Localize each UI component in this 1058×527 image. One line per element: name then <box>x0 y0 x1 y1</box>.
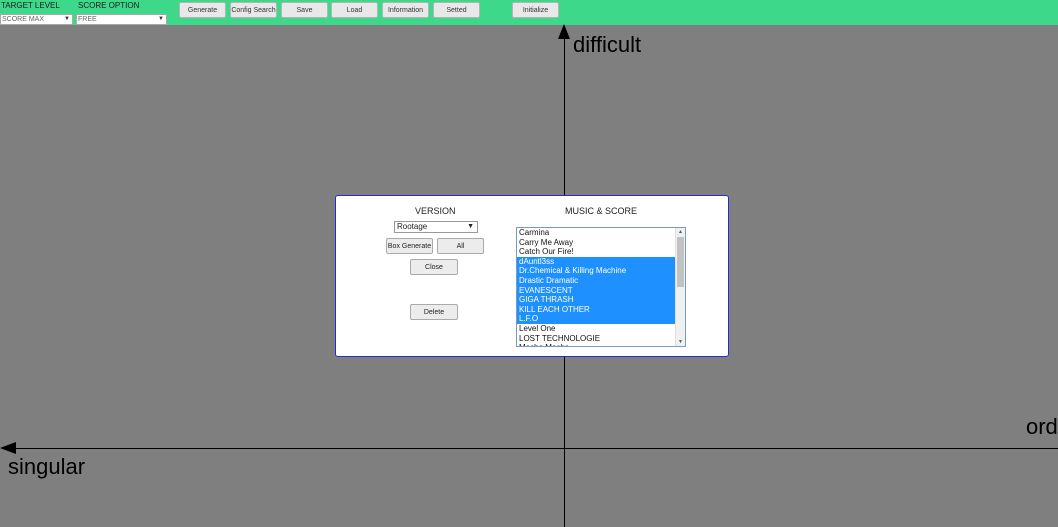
scroll-down-icon[interactable]: ▼ <box>676 338 685 346</box>
list-item[interactable]: EVANESCENT <box>517 285 677 296</box>
horizontal-axis <box>8 448 1058 449</box>
version-value: Rootage <box>397 222 428 231</box>
chevron-down-icon: ▼ <box>467 223 474 230</box>
list-item[interactable]: Carmina <box>517 228 677 238</box>
list-item[interactable]: Level One <box>517 324 677 334</box>
load-button[interactable]: Load <box>331 2 378 18</box>
axis-label-difficult: difficult <box>573 32 642 57</box>
list-item[interactable]: Carry Me Away <box>517 238 677 248</box>
target-level-select[interactable]: SCORE MAX ▼ <box>0 14 73 25</box>
all-button[interactable]: All <box>437 238 484 254</box>
box-generate-dialog: VERSION Rootage ▼ Box Generate All Close… <box>335 195 729 357</box>
list-item[interactable]: LOST TECHNOLOGIE <box>517 334 677 344</box>
list-item[interactable]: Drastic Dramatic <box>517 275 677 286</box>
close-button[interactable]: Close <box>410 259 458 275</box>
score-option-label: SCORE OPTION <box>78 1 140 10</box>
information-button[interactable]: Information <box>382 2 429 18</box>
scrollbar-thumb[interactable] <box>677 237 684 287</box>
initialize-button[interactable]: Initialize <box>512 2 559 18</box>
box-generate-button[interactable]: Box Generate <box>386 238 433 254</box>
list-item[interactable]: Catch Our Fire! <box>517 247 677 257</box>
scrollbar[interactable]: ▲ ▼ <box>675 228 685 346</box>
setted-button[interactable]: Setted <box>433 2 480 18</box>
delete-button[interactable]: Delete <box>410 304 458 320</box>
score-option-value: FREE <box>78 16 97 23</box>
target-level-value: SCORE MAX <box>2 16 45 23</box>
list-item[interactable]: L.F.O <box>517 314 677 324</box>
list-item[interactable]: KILL EACH OTHER <box>517 304 677 315</box>
music-score-title: MUSIC & SCORE <box>565 206 638 216</box>
score-option-select[interactable]: FREE ▼ <box>76 14 167 25</box>
music-list-items: Carmina Carry Me Away Catch Our Fire! dAunt… <box>517 228 685 346</box>
config-search-button[interactable]: Config Search <box>230 2 277 18</box>
top-toolbar: TARGET LEVEL SCORE MAX ▼ SCORE OPTION FR… <box>0 0 1058 25</box>
chevron-down-icon: ▼ <box>158 16 164 22</box>
generate-button[interactable]: Generate <box>179 2 226 18</box>
list-item[interactable]: Dr.Chemical & Killing Machine <box>517 266 677 276</box>
music-score-list[interactable]: Carmina Carry Me Away Catch Our Fire! dAunt… <box>516 227 686 347</box>
target-level-label: TARGET LEVEL <box>1 1 60 10</box>
chevron-down-icon: ▼ <box>64 16 70 22</box>
save-button[interactable]: Save <box>281 2 328 18</box>
arrow-up-icon <box>558 24 570 39</box>
list-item[interactable]: dAuntl3ss <box>517 256 677 267</box>
axis-label-ord: ord <box>1026 414 1058 439</box>
list-item[interactable]: GIGA THRASH <box>517 295 677 305</box>
arrow-left-icon <box>0 442 16 454</box>
version-select[interactable]: Rootage ▼ <box>394 221 478 233</box>
scroll-up-icon[interactable]: ▲ <box>676 228 685 236</box>
version-title: VERSION <box>415 206 456 216</box>
axis-label-singular: singular <box>8 454 86 479</box>
list-item[interactable]: Mecha Mecha <box>517 343 677 346</box>
